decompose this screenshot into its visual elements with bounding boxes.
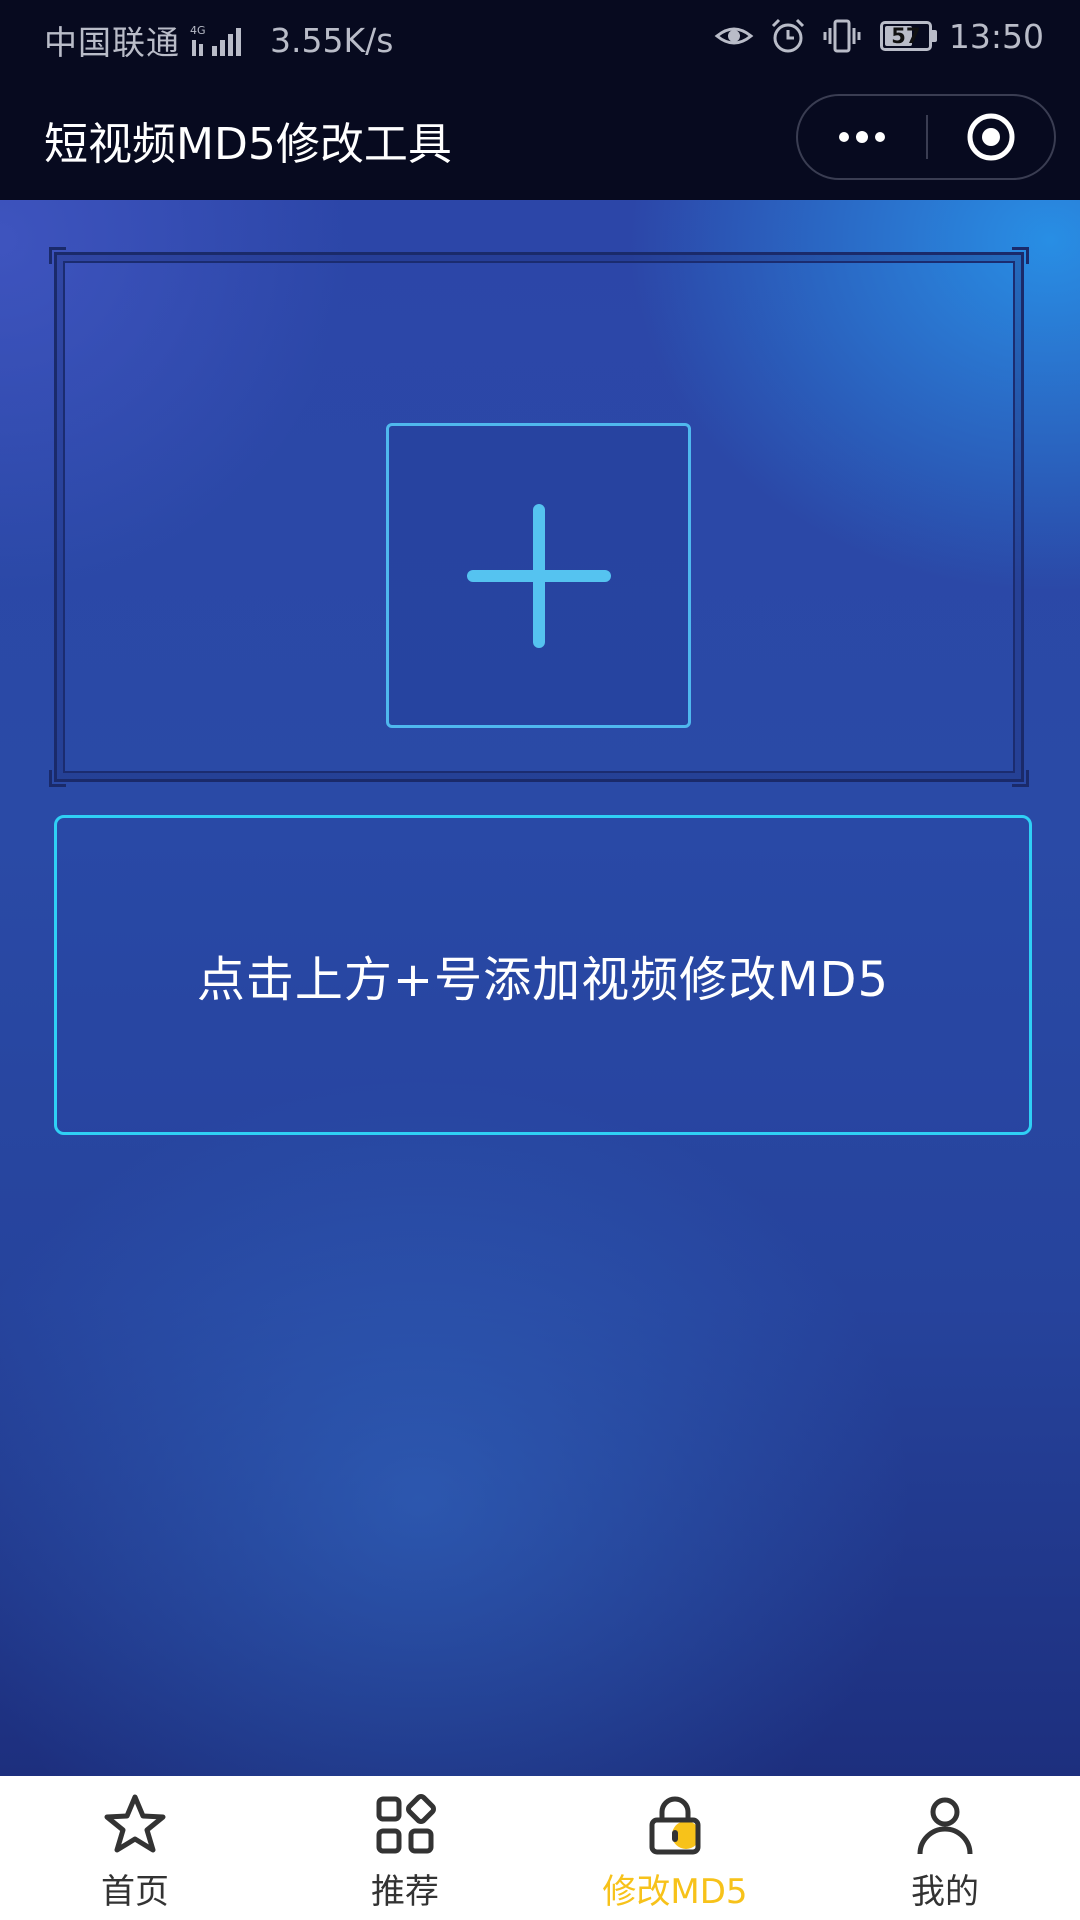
battery-level: 57: [891, 24, 921, 48]
alarm-icon: [771, 18, 804, 53]
tab-label: 推荐: [371, 1872, 439, 1912]
target-circle-icon: [967, 113, 1015, 161]
tab-modify-md5[interactable]: 修改MD5: [540, 1776, 810, 1920]
eye-icon: [714, 27, 754, 45]
tab-label: 修改MD5: [602, 1872, 748, 1912]
user-icon: [917, 1797, 973, 1855]
tab-home[interactable]: 首页: [0, 1776, 270, 1920]
network-speed: 3.55K/s: [270, 20, 394, 60]
plus-icon: [466, 503, 611, 648]
battery-tip: [931, 30, 937, 42]
star-icon: [104, 1794, 166, 1853]
battery-indicator: 57: [879, 21, 932, 51]
more-button[interactable]: [798, 96, 926, 178]
frame-corner: [49, 247, 66, 264]
frame-corner: [1012, 770, 1029, 787]
more-dots-icon: [839, 131, 885, 143]
tab-mine[interactable]: 我的: [810, 1776, 1080, 1920]
upload-frame: [49, 247, 1029, 787]
network-type: 4G: [190, 24, 206, 37]
status-right: 57 13:50: [700, 16, 1044, 56]
frame-corner: [49, 770, 66, 787]
lock-icon: [649, 1796, 701, 1855]
status-left: 中国联通 4G 3.55K/s: [44, 16, 393, 64]
grid-icon: [376, 1794, 436, 1854]
mini-program-capsule: [796, 94, 1056, 180]
hint-box: 点击上方+号添加视频修改MD5: [54, 815, 1032, 1135]
tab-label: 首页: [101, 1872, 169, 1912]
page-title: 短视频MD5修改工具: [44, 119, 452, 170]
vibrate-icon: [823, 19, 861, 53]
main-content: 点击上方+号添加视频修改MD5: [0, 200, 1080, 1776]
hint-text: 点击上方+号添加视频修改MD5: [196, 952, 890, 1008]
title-bar: 短视频MD5修改工具: [0, 74, 1080, 200]
tab-bar: 首页 推荐 修改MD5 我的: [0, 1776, 1080, 1920]
tab-recommend[interactable]: 推荐: [270, 1776, 540, 1920]
tab-label: 我的: [911, 1872, 979, 1912]
clock: 13:50: [948, 16, 1044, 56]
carrier-name: 中国联通: [44, 23, 180, 62]
status-bar: 中国联通 4G 3.55K/s 57 13:50: [0, 0, 1080, 74]
close-button[interactable]: [928, 96, 1054, 178]
signal-icon: 4G: [190, 24, 241, 56]
add-video-button[interactable]: [386, 423, 691, 728]
frame-corner: [1012, 247, 1029, 264]
